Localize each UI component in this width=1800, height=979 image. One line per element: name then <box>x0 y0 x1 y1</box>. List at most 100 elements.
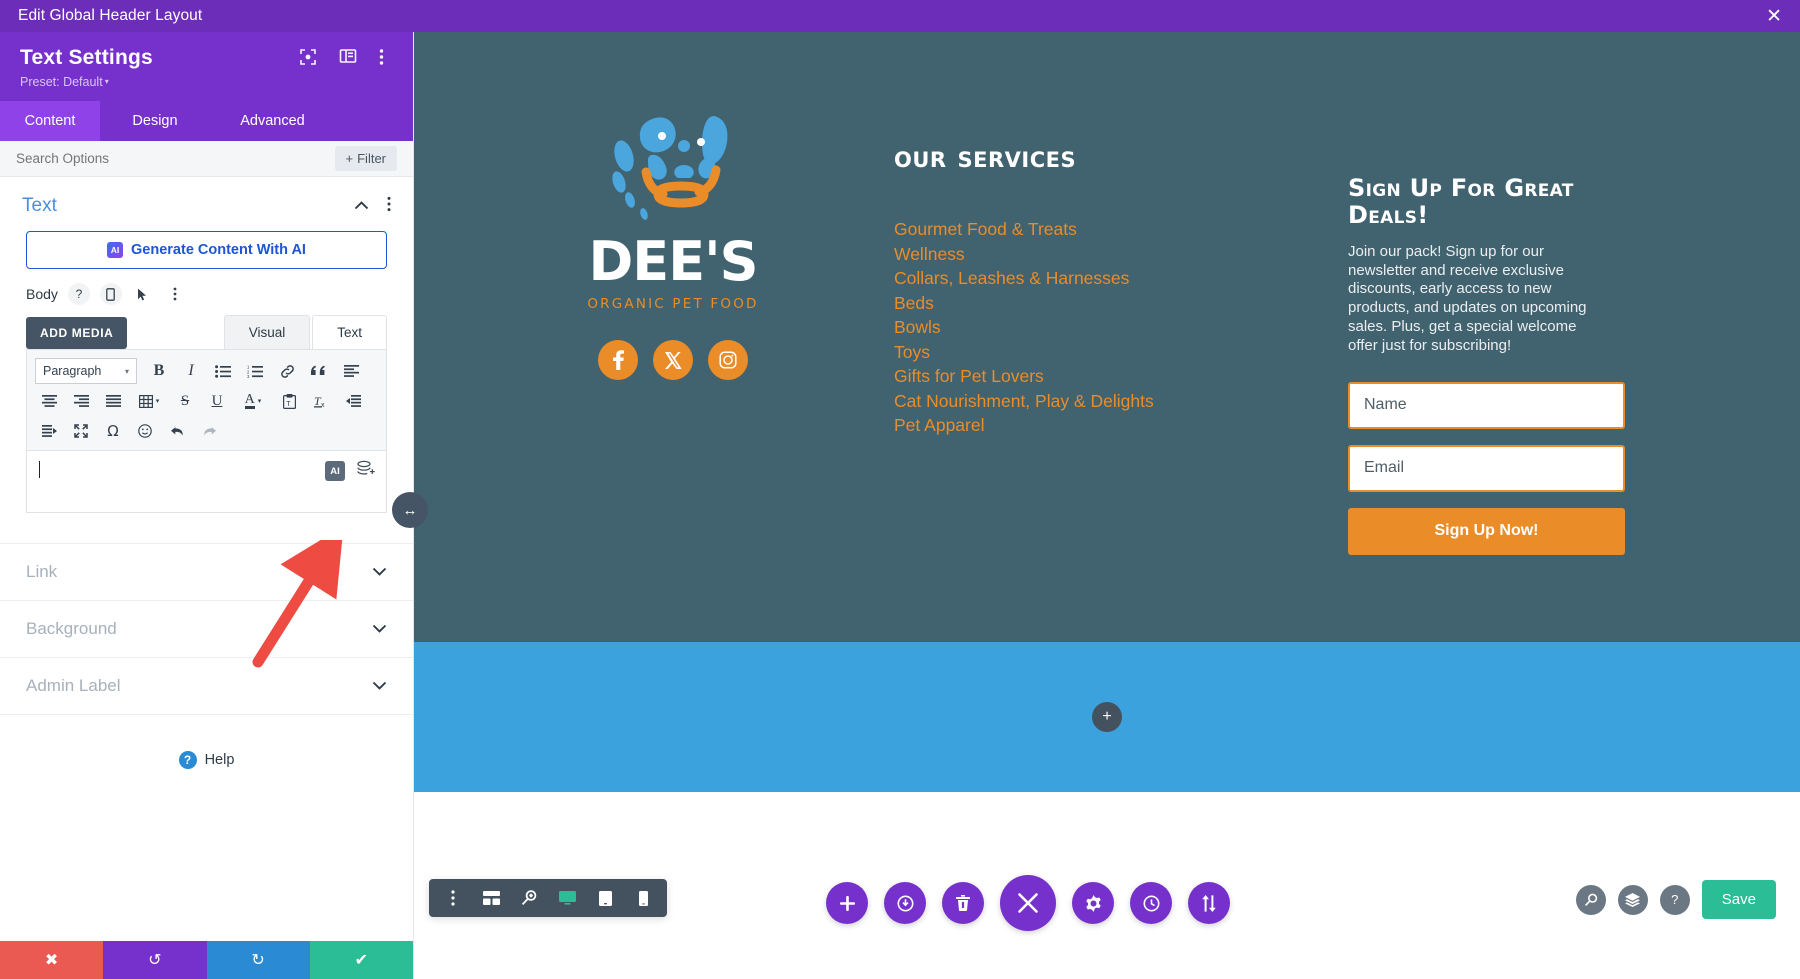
email-field[interactable] <box>1348 444 1625 492</box>
close-builder-icon[interactable] <box>1000 875 1056 931</box>
help-icon[interactable]: ? <box>67 283 90 305</box>
list-item[interactable]: Collars, Leashes & Harnesses <box>894 266 1288 291</box>
sign-up-now-button[interactable]: Sign Up Now! <box>1348 507 1625 555</box>
search-zoom-icon[interactable] <box>1575 884 1606 915</box>
tab-content[interactable]: Content <box>0 101 100 141</box>
preset-selector[interactable]: Preset: Default ▾ <box>20 75 393 89</box>
rich-text-editor: ADD MEDIA Visual Text Paragraph ▾ B I 1 … <box>26 315 387 513</box>
align-left-icon[interactable] <box>335 356 367 386</box>
indent-icon[interactable] <box>33 416 65 446</box>
help-link[interactable]: ? Help <box>0 751 413 769</box>
more-vertical-icon[interactable] <box>387 196 391 217</box>
list-item[interactable]: Cat Nourishment, Play & Delights <box>894 389 1288 414</box>
settings-gear-icon[interactable] <box>1072 882 1114 924</box>
ai-icon: AI <box>107 242 124 258</box>
cursor-icon[interactable] <box>132 283 154 305</box>
desktop-icon[interactable] <box>549 882 585 914</box>
x-twitter-icon[interactable] <box>653 340 693 380</box>
tablet-icon[interactable] <box>587 882 623 914</box>
settings-tabs: Content Design Advanced <box>0 101 413 141</box>
redo-button[interactable]: ↻ <box>206 941 310 979</box>
accordion-row-admin-label[interactable]: Admin Label <box>0 657 413 715</box>
svg-text:T: T <box>286 401 291 408</box>
accordion-row-background[interactable]: Background <box>0 600 413 657</box>
add-media-button[interactable]: ADD MEDIA <box>26 317 128 349</box>
focus-icon[interactable] <box>299 48 317 66</box>
special-character-icon[interactable]: Ω <box>97 416 129 446</box>
mobile-icon[interactable] <box>99 283 122 305</box>
bold-icon[interactable]: B <box>143 356 175 386</box>
generate-content-with-ai-button[interactable]: AI Generate Content With AI <box>26 231 387 269</box>
more-vertical-icon[interactable] <box>164 283 186 305</box>
table-icon[interactable]: ▾ <box>129 386 169 416</box>
power-icon[interactable] <box>884 882 926 924</box>
link-icon[interactable] <box>271 356 303 386</box>
panel-resize-handle[interactable]: ↔ <box>392 492 428 528</box>
filter-button[interactable]: + Filter <box>334 146 397 171</box>
redo-icon[interactable] <box>193 416 225 446</box>
underline-icon[interactable]: U <box>201 386 233 416</box>
accordion-row-link[interactable]: Link <box>0 543 413 600</box>
save-button[interactable]: Save <box>1701 880 1776 919</box>
generate-ai-label: Generate Content With AI <box>131 242 306 258</box>
trash-icon[interactable] <box>942 882 984 924</box>
name-field[interactable] <box>1348 381 1625 429</box>
list-item[interactable]: Beds <box>894 291 1288 316</box>
services-column: Our Services Gourmet Food & Treats Welln… <box>868 80 1288 642</box>
cancel-button[interactable]: ✖ <box>0 941 104 979</box>
emoji-icon[interactable] <box>129 416 161 446</box>
undo-icon[interactable] <box>161 416 193 446</box>
tab-advanced[interactable]: Advanced <box>210 101 335 141</box>
align-right-icon[interactable] <box>65 386 97 416</box>
chevron-up-icon[interactable] <box>354 197 369 215</box>
help-icon[interactable]: ? <box>1659 884 1690 915</box>
zoom-icon[interactable] <box>511 882 547 914</box>
outdent-icon[interactable] <box>337 386 369 416</box>
blockquote-icon[interactable] <box>303 356 335 386</box>
bulleted-list-icon[interactable] <box>207 356 239 386</box>
paragraph-format-select[interactable]: Paragraph ▾ <box>35 358 137 384</box>
editor-content-area[interactable]: AI <box>26 451 387 513</box>
settings-panel-header: Text Settings Preset: Default ▾ <box>0 32 413 101</box>
numbered-list-icon[interactable]: 123 <box>239 356 271 386</box>
phone-icon[interactable] <box>625 882 661 914</box>
save-changes-button[interactable]: ✔ <box>309 941 413 979</box>
undo-button[interactable]: ↺ <box>103 941 207 979</box>
layout-columns-icon[interactable] <box>339 48 357 66</box>
tab-design[interactable]: Design <box>100 101 210 141</box>
list-item[interactable]: Pet Apparel <box>894 413 1288 438</box>
tab-text[interactable]: Text <box>312 315 387 349</box>
align-center-icon[interactable] <box>33 386 65 416</box>
list-item[interactable]: Bowls <box>894 315 1288 340</box>
sort-updown-icon[interactable] <box>1188 882 1230 924</box>
list-item[interactable]: Wellness <box>894 242 1288 267</box>
more-vertical-icon[interactable] <box>379 48 397 66</box>
history-clock-icon[interactable] <box>1130 882 1172 924</box>
align-justify-icon[interactable] <box>97 386 129 416</box>
more-vertical-icon[interactable] <box>435 882 471 914</box>
wireframe-icon[interactable] <box>473 882 509 914</box>
italic-icon[interactable]: I <box>175 356 207 386</box>
clear-formatting-icon[interactable]: Tx <box>305 386 337 416</box>
ai-icon[interactable]: AI <box>325 461 345 481</box>
facebook-icon[interactable] <box>598 340 638 380</box>
paste-as-text-icon[interactable]: T <box>273 386 305 416</box>
fullscreen-icon[interactable] <box>65 416 97 446</box>
filter-label: Filter <box>357 151 386 166</box>
list-item[interactable]: Gifts for Pet Lovers <box>894 364 1288 389</box>
editor-top-line: ADD MEDIA Visual Text <box>26 315 387 349</box>
list-item[interactable]: Gourmet Food & Treats <box>894 217 1288 242</box>
chevron-down-icon: ▾ <box>124 366 129 376</box>
format-value: Paragraph <box>43 364 102 378</box>
list-item[interactable]: Toys <box>894 340 1288 365</box>
add-icon[interactable] <box>826 882 868 924</box>
text-color-icon[interactable]: A ▾ <box>233 386 273 416</box>
instagram-icon[interactable] <box>708 340 748 380</box>
add-layer-icon[interactable] <box>357 460 376 482</box>
layers-icon[interactable] <box>1617 884 1648 915</box>
strikethrough-icon[interactable]: S <box>169 386 201 416</box>
tab-visual[interactable]: Visual <box>223 315 311 349</box>
search-input[interactable] <box>16 151 266 166</box>
close-icon[interactable]: ✕ <box>1766 6 1782 26</box>
add-section-button[interactable]: + <box>1092 702 1122 732</box>
